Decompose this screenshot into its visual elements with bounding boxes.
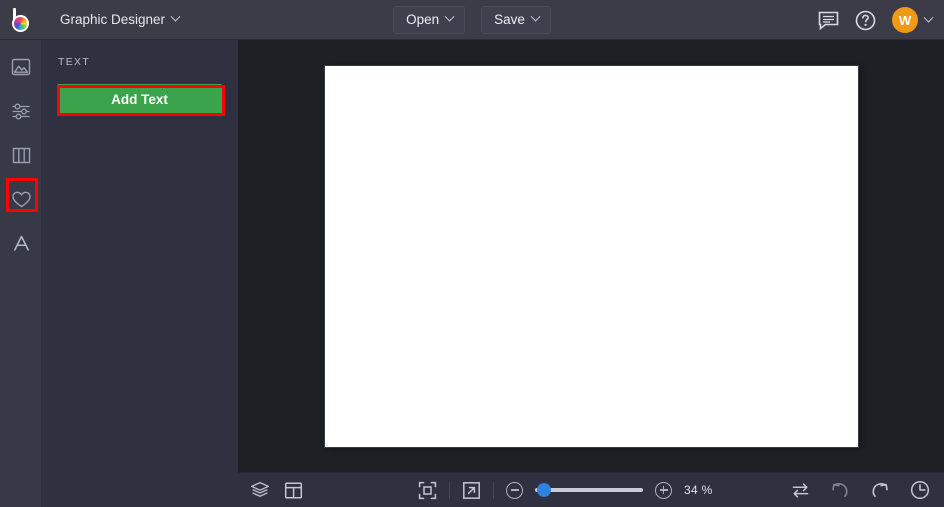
- canvas-stage[interactable]: [238, 40, 944, 472]
- question-mark-circle-icon: [855, 10, 876, 30]
- redo-button[interactable]: [870, 481, 890, 499]
- zoom-level-label: 34 %: [684, 483, 713, 497]
- chevron-down-icon: [444, 11, 455, 22]
- divider: [493, 481, 494, 499]
- bottom-left-tools: [250, 481, 303, 500]
- graphic-designer-app: Graphic Designer Open Save W TEXT Add Te…: [0, 0, 944, 507]
- letter-a-icon: [13, 235, 29, 251]
- document-title-menu[interactable]: Graphic Designer: [50, 7, 189, 33]
- chevron-down-icon: [170, 11, 181, 22]
- history-controls: [791, 480, 930, 500]
- sidebar-item-graphics[interactable]: [0, 182, 42, 216]
- design-canvas[interactable]: [325, 66, 858, 447]
- befunky-b-logo-icon: [10, 7, 32, 32]
- layers-button[interactable]: [250, 481, 270, 499]
- zoom-out-button[interactable]: [506, 481, 523, 499]
- undo-arrow-icon: [832, 483, 848, 498]
- avatar[interactable]: W: [892, 7, 918, 33]
- save-button-label: Save: [494, 12, 525, 27]
- zoom-slider-handle[interactable]: [537, 483, 551, 497]
- account-menu[interactable]: W: [892, 7, 934, 33]
- zoom-controls: 34 %: [418, 481, 713, 500]
- sidebar-item-image-manager[interactable]: [0, 50, 42, 84]
- sidebar-item-edit-adjust[interactable]: [0, 94, 42, 128]
- save-button[interactable]: Save: [481, 6, 551, 34]
- feedback-button[interactable]: [818, 11, 839, 30]
- undo-button[interactable]: [830, 481, 850, 499]
- template-frame-icon: [284, 481, 303, 499]
- image-frame-icon: [11, 58, 31, 76]
- add-text-section: Add Text: [50, 77, 229, 123]
- chat-bubble-icon: [818, 11, 839, 30]
- clock-history-icon: [910, 480, 930, 500]
- sidebar-item-collage[interactable]: [0, 138, 42, 172]
- expand-arrow-icon: [463, 481, 480, 499]
- bottom-toolbar: 34 %: [238, 472, 944, 507]
- open-button[interactable]: Open: [393, 6, 466, 34]
- panel-title: TEXT: [58, 56, 91, 68]
- text-panel: TEXT Add Text: [42, 40, 238, 507]
- fit-to-screen-icon: [418, 481, 437, 499]
- app-logo-button[interactable]: [0, 0, 42, 40]
- zoom-slider[interactable]: [535, 483, 643, 497]
- account-actions: W: [818, 0, 934, 40]
- zoom-in-button[interactable]: [655, 481, 672, 499]
- tool-rail: [0, 40, 42, 507]
- add-text-button[interactable]: Add Text: [57, 84, 222, 116]
- swap-button[interactable]: [791, 482, 810, 499]
- minus-circle-icon: [510, 489, 519, 491]
- template-button[interactable]: [284, 481, 303, 500]
- help-button[interactable]: [855, 10, 876, 31]
- swap-arrows-icon: [792, 482, 809, 498]
- open-button-label: Open: [406, 12, 440, 27]
- columns-icon: [12, 147, 30, 163]
- sliders-icon: [12, 103, 29, 120]
- redo-arrow-icon: [872, 483, 888, 498]
- fit-to-screen-button[interactable]: [418, 481, 437, 500]
- document-title-label: Graphic Designer: [60, 11, 166, 27]
- sidebar-item-text[interactable]: [0, 226, 42, 260]
- chevron-down-icon: [923, 12, 934, 23]
- fullscreen-button[interactable]: [462, 481, 481, 500]
- chevron-down-icon: [530, 11, 541, 22]
- history-button[interactable]: [910, 480, 930, 500]
- divider: [449, 481, 450, 499]
- heart-icon: [11, 191, 31, 207]
- layers-stack-icon: [251, 481, 269, 497]
- file-actions: Open Save: [393, 0, 551, 40]
- top-toolbar: Graphic Designer Open Save W: [0, 0, 944, 40]
